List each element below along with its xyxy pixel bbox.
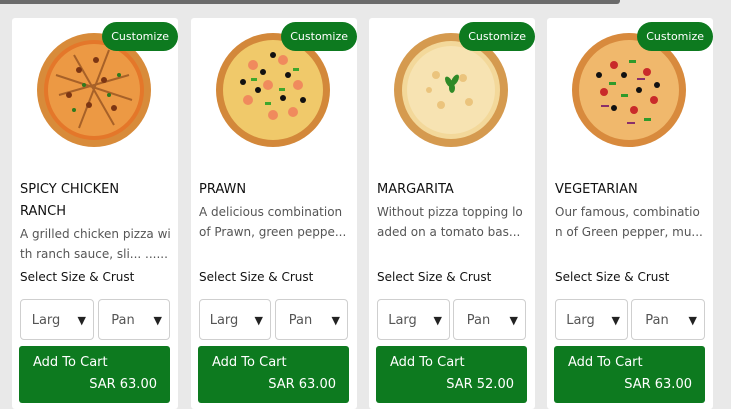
- size-select-value: Larg: [31, 313, 61, 328]
- chevron-down-icon: ▼: [433, 314, 442, 327]
- chevron-down-icon: ▼: [254, 314, 263, 327]
- product-card-prawn: Customize PRAWN A delicious combination …: [191, 18, 357, 409]
- top-scroll-bar: [0, 0, 620, 4]
- product-description: Without pizza topping lo aded on a tomat…: [377, 202, 529, 242]
- crust-select[interactable]: Pan ▼: [98, 299, 170, 340]
- crust-select-value: Pan: [645, 313, 669, 328]
- description-line: n of Green pepper, mu...: [555, 225, 703, 239]
- size-select[interactable]: Larg ▼: [199, 299, 271, 340]
- crust-select[interactable]: Pan ▼: [453, 299, 526, 340]
- product-name: SPICY CHICKEN RANCH: [20, 179, 170, 223]
- add-to-cart-label: Add To Cart: [390, 355, 465, 370]
- add-to-cart-label: Add To Cart: [212, 355, 287, 370]
- crust-select-value: Pan: [111, 313, 135, 328]
- crust-select[interactable]: Pan ▼: [631, 299, 705, 340]
- crust-select-value: Pan: [466, 313, 491, 328]
- crust-select[interactable]: Pan ▼: [275, 299, 348, 340]
- description-line: aded on a tomato bas...: [377, 225, 521, 239]
- size-select-value: Larg: [209, 313, 239, 328]
- product-name-line: VEGETARIAN: [555, 182, 638, 197]
- product-description: Our famous, combinatio n of Green pepper…: [555, 202, 707, 242]
- product-name-line: MARGARITA: [377, 182, 454, 197]
- size-select[interactable]: Larg ▼: [377, 299, 450, 340]
- add-to-cart-button[interactable]: Add To Cart SAR 63.00: [554, 346, 705, 403]
- product-card-spicy-chicken-ranch: Customize SPICY CHICKEN RANCH A grilled …: [12, 18, 178, 409]
- product-price: SAR 63.00: [89, 377, 157, 392]
- description-line: A grilled chicken pizza wi: [20, 227, 171, 241]
- chevron-down-icon: ▼: [153, 314, 162, 327]
- add-to-cart-button[interactable]: Add To Cart SAR 63.00: [198, 346, 349, 403]
- add-to-cart-button[interactable]: Add To Cart SAR 63.00: [19, 346, 170, 403]
- product-card-vegetarian: Customize VEGETARIAN Our famous, combina…: [547, 18, 713, 409]
- add-to-cart-label: Add To Cart: [568, 355, 643, 370]
- select-size-crust-label: Select Size & Crust: [555, 270, 670, 284]
- size-select-value: Larg: [566, 313, 595, 328]
- chevron-down-icon: ▼: [611, 314, 620, 327]
- select-size-crust-label: Select Size & Crust: [377, 270, 492, 284]
- description-line: A delicious combination: [199, 205, 343, 219]
- chevron-down-icon: ▼: [331, 314, 340, 327]
- size-select-value: Larg: [388, 313, 417, 328]
- product-name-line: SPICY CHICKEN: [20, 182, 120, 197]
- product-name-line: PRAWN: [199, 182, 247, 197]
- chevron-down-icon: ▼: [688, 314, 697, 327]
- product-name: PRAWN: [199, 179, 349, 201]
- product-description: A delicious combination of Prawn, green …: [199, 202, 351, 242]
- chevron-down-icon: ▼: [77, 314, 86, 327]
- product-name: VEGETARIAN: [555, 179, 705, 201]
- product-card-margarita: Customize MARGARITA Without pizza toppin…: [369, 18, 535, 409]
- size-select[interactable]: Larg ▼: [555, 299, 628, 340]
- select-size-crust-label: Select Size & Crust: [20, 270, 135, 284]
- customize-button[interactable]: Customize: [281, 22, 357, 51]
- size-select[interactable]: Larg ▼: [20, 299, 94, 340]
- product-price: SAR 63.00: [268, 377, 336, 392]
- add-to-cart-label: Add To Cart: [33, 355, 108, 370]
- product-price: SAR 52.00: [446, 377, 514, 392]
- crust-select-value: Pan: [288, 313, 313, 328]
- customize-button[interactable]: Customize: [102, 22, 178, 51]
- description-line: Without pizza topping lo: [377, 205, 523, 219]
- description-line: th ranch sauce, sli... ......: [20, 247, 168, 261]
- product-name-line: RANCH: [20, 204, 66, 219]
- description-line: Our famous, combinatio: [555, 205, 700, 219]
- product-description: A grilled chicken pizza wi th ranch sauc…: [20, 224, 172, 264]
- customize-button[interactable]: Customize: [637, 22, 713, 51]
- chevron-down-icon: ▼: [509, 314, 518, 327]
- description-line: of Prawn, green peppe...: [199, 225, 347, 239]
- select-size-crust-label: Select Size & Crust: [199, 270, 314, 284]
- product-price: SAR 63.00: [624, 377, 692, 392]
- add-to-cart-button[interactable]: Add To Cart SAR 52.00: [376, 346, 527, 403]
- customize-button[interactable]: Customize: [459, 22, 535, 51]
- product-name: MARGARITA: [377, 179, 527, 201]
